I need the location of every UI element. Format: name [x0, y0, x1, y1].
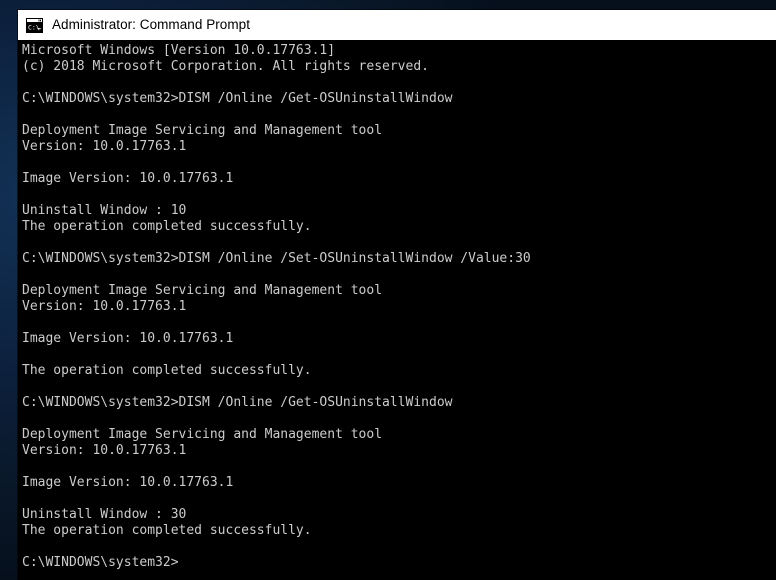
command-prompt-window[interactable]: C:\ Administrator: Command Prompt Micros… — [18, 10, 776, 580]
terminal-line: Version: 10.0.17763.1 — [22, 299, 187, 314]
svg-text:C:\: C:\ — [28, 23, 40, 31]
terminal-line: The operation completed successfully. — [22, 363, 312, 378]
terminal-line: Deployment Image Servicing and Managemen… — [22, 283, 383, 298]
terminal-line: Version: 10.0.17763.1 — [22, 139, 187, 154]
terminal-line: The operation completed successfully. — [22, 219, 312, 234]
terminal-line: (c) 2018 Microsoft Corporation. All righ… — [22, 59, 429, 74]
terminal-line: C:\WINDOWS\system32>DISM /Online /Get-OS… — [22, 395, 453, 410]
terminal-line: The operation completed successfully. — [22, 523, 312, 538]
terminal-line: Uninstall Window : 10 — [22, 203, 187, 218]
terminal-line: C:\WINDOWS\system32>DISM /Online /Set-OS… — [22, 251, 531, 266]
terminal-line: Image Version: 10.0.17763.1 — [22, 475, 234, 490]
terminal-line: Uninstall Window : 30 — [22, 507, 187, 522]
terminal-line: Image Version: 10.0.17763.1 — [22, 331, 234, 346]
terminal-line: Microsoft Windows [Version 10.0.17763.1] — [22, 43, 336, 58]
terminal-line: Deployment Image Servicing and Managemen… — [22, 427, 383, 442]
terminal-line: C:\WINDOWS\system32> — [22, 555, 179, 570]
terminal-screen[interactable]: Microsoft Windows [Version 10.0.17763.1]… — [18, 40, 776, 580]
window-title-bar[interactable]: C:\ Administrator: Command Prompt — [18, 10, 776, 40]
terminal-line: Deployment Image Servicing and Managemen… — [22, 123, 383, 138]
terminal-output: Microsoft Windows [Version 10.0.17763.1]… — [22, 43, 776, 571]
terminal-line: C:\WINDOWS\system32>DISM /Online /Get-OS… — [22, 91, 453, 106]
window-title-text: Administrator: Command Prompt — [52, 17, 251, 33]
console-window-icon: C:\ — [26, 17, 43, 33]
terminal-line: Image Version: 10.0.17763.1 — [22, 171, 234, 186]
terminal-line: Version: 10.0.17763.1 — [22, 443, 187, 458]
